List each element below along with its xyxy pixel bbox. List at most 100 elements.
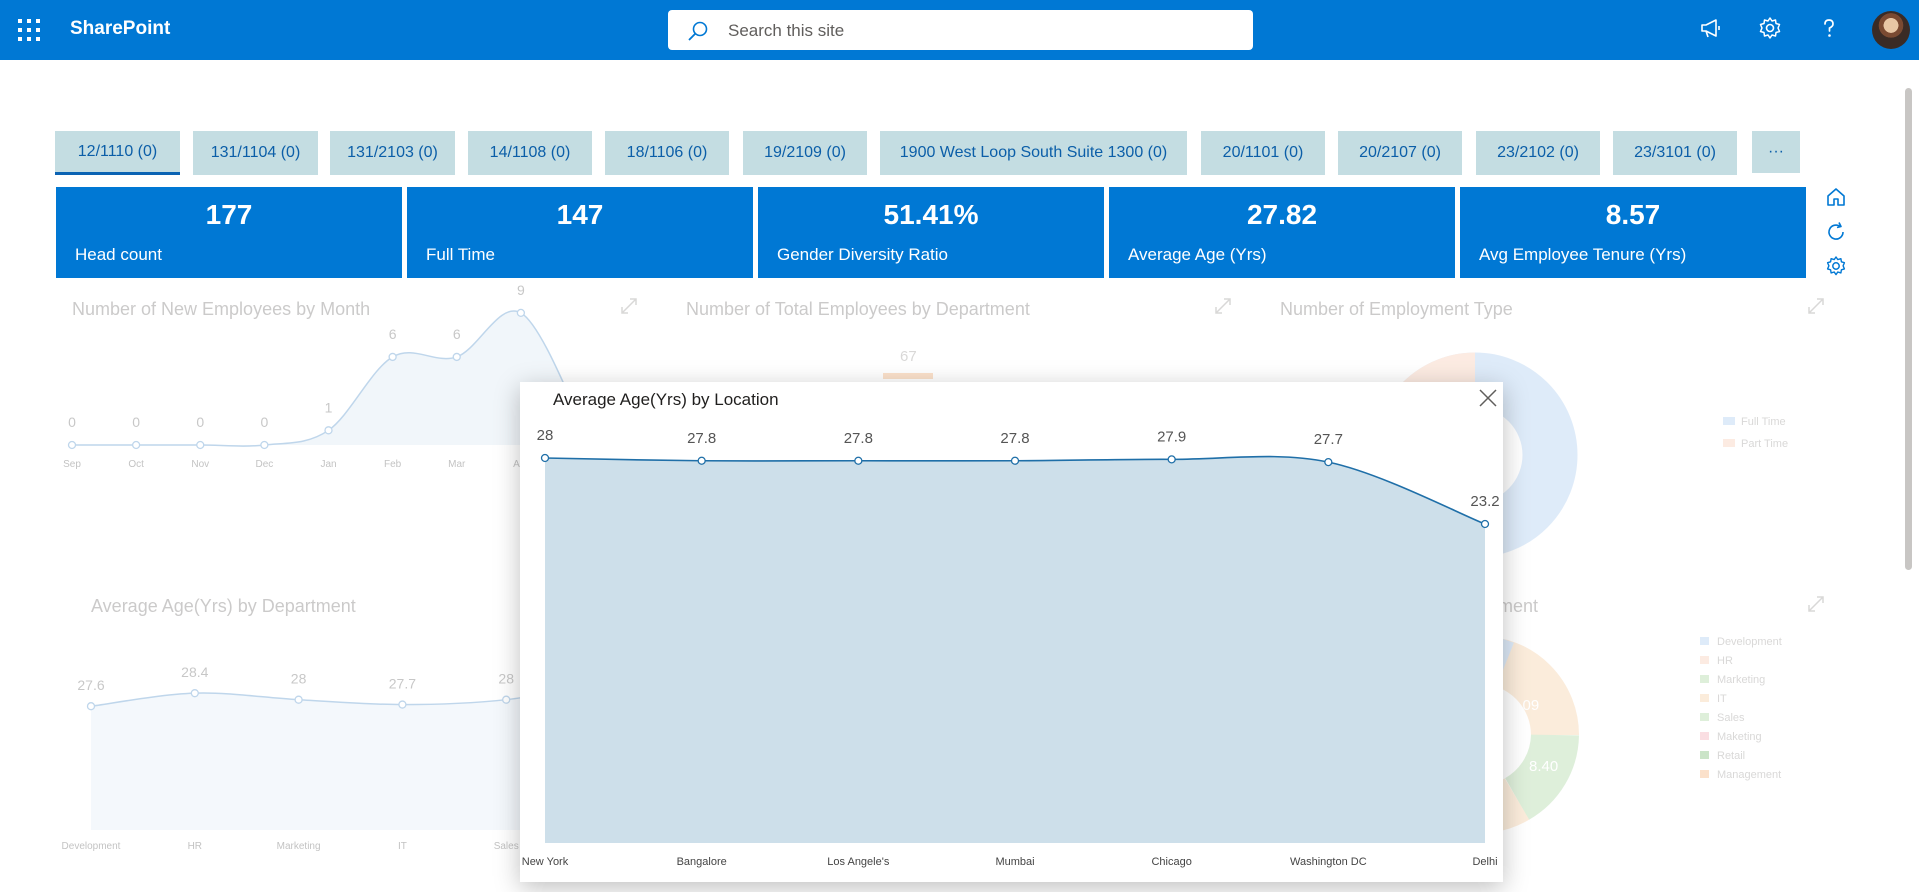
tab-location[interactable]: 19/2109 (0) bbox=[743, 131, 867, 175]
data-label: 0 bbox=[260, 414, 268, 430]
data-label: 27.9 bbox=[1157, 428, 1186, 445]
category-label: Development bbox=[62, 841, 121, 852]
data-point bbox=[540, 453, 550, 463]
data-point bbox=[190, 689, 199, 698]
search-box[interactable]: Search this site bbox=[668, 10, 1253, 50]
legend-swatch bbox=[1700, 675, 1709, 683]
category-label: Sep bbox=[63, 459, 81, 470]
category-label: Washington DC bbox=[1290, 856, 1367, 868]
bar bbox=[883, 373, 933, 379]
data-point bbox=[1010, 456, 1020, 465]
data-label: 6 bbox=[453, 326, 461, 342]
search-input[interactable]: Search this site bbox=[728, 21, 844, 41]
kpi-gender-diversity: 51.41% Gender Diversity Ratio bbox=[758, 187, 1104, 278]
app-name[interactable]: SharePoint bbox=[70, 18, 170, 40]
tab-location[interactable]: 18/1106 (0) bbox=[605, 131, 729, 175]
category-label: Bangalore bbox=[677, 856, 727, 868]
tab-location[interactable]: 131/1104 (0) bbox=[193, 131, 318, 175]
legend-swatch bbox=[1723, 417, 1735, 425]
category-label: Sales bbox=[494, 841, 519, 852]
donut-value-label: 9.09 bbox=[1510, 697, 1539, 714]
refresh-icon[interactable] bbox=[1823, 219, 1849, 245]
avatar[interactable] bbox=[1872, 11, 1910, 49]
category-label: HR bbox=[188, 841, 202, 852]
legend-swatch bbox=[1723, 439, 1735, 447]
tab-location[interactable]: 12/1110 (0) bbox=[55, 131, 180, 175]
data-label: 28 bbox=[291, 671, 307, 687]
data-point bbox=[67, 440, 77, 450]
data-label: 27.7 bbox=[389, 676, 416, 692]
category-label: Mar bbox=[448, 459, 466, 470]
data-label: 27.7 bbox=[1314, 431, 1343, 448]
settings-icon[interactable] bbox=[1823, 253, 1849, 279]
legend-swatch bbox=[1700, 694, 1709, 702]
data-point bbox=[854, 456, 863, 465]
data-point bbox=[324, 426, 333, 435]
legend-label: Retail bbox=[1717, 750, 1745, 762]
data-point bbox=[452, 352, 461, 362]
tab-location[interactable]: 20/1101 (0) bbox=[1201, 131, 1325, 175]
category-label: IT bbox=[398, 841, 407, 852]
legend-swatch bbox=[1700, 732, 1709, 740]
tab-location[interactable]: 131/2103 (0) bbox=[330, 131, 455, 175]
data-label: 6 bbox=[389, 326, 397, 342]
gear-icon[interactable] bbox=[1755, 15, 1785, 45]
data-label: 28 bbox=[537, 427, 554, 444]
data-point bbox=[502, 695, 511, 704]
home-icon[interactable] bbox=[1823, 184, 1849, 210]
legend-label: Marketing bbox=[1717, 674, 1765, 686]
location-age-chart: 28 New York 27.8 Bangalore 27.8 Los Angele's 2… bbox=[522, 427, 1500, 868]
tab-location[interactable]: 14/1108 (0) bbox=[468, 131, 592, 175]
data-point bbox=[516, 308, 526, 318]
data-label: 23.2 bbox=[1470, 493, 1499, 510]
data-label: 0 bbox=[68, 414, 76, 430]
data-point bbox=[294, 695, 303, 704]
data-point bbox=[398, 700, 407, 709]
data-label: 0 bbox=[196, 414, 204, 430]
sharepoint-page: SharePoint Search this site 12/1110 (0) … bbox=[0, 0, 1919, 892]
kpi-avg-tenure: 8.57 Avg Employee Tenure (Yrs) bbox=[1460, 187, 1806, 278]
category-label: Jan bbox=[320, 459, 336, 470]
data-point bbox=[1167, 455, 1176, 464]
area-fill bbox=[72, 310, 585, 447]
app-launcher-icon[interactable] bbox=[18, 19, 40, 41]
help-icon[interactable] bbox=[1814, 15, 1844, 45]
category-label: Nov bbox=[191, 459, 209, 470]
tabs-overflow-button[interactable]: ··· bbox=[1752, 131, 1800, 173]
data-label: 27.8 bbox=[1000, 430, 1029, 447]
data-label: 0 bbox=[132, 414, 140, 430]
category-label: Marketing bbox=[277, 841, 321, 852]
legend-swatch bbox=[1700, 713, 1709, 721]
expand-icon[interactable] bbox=[1214, 297, 1232, 315]
category-label: Oct bbox=[128, 459, 144, 470]
data-point bbox=[131, 440, 141, 450]
tab-location[interactable]: 1900 West Loop South Suite 1300 (0) bbox=[880, 131, 1187, 175]
tab-location[interactable]: 20/2107 (0) bbox=[1338, 131, 1462, 175]
category-label: Los Angele's bbox=[827, 856, 890, 868]
legend-label: Part Time bbox=[1741, 438, 1788, 450]
data-label: 27.8 bbox=[687, 430, 716, 447]
data-point bbox=[260, 440, 269, 450]
category-label: Feb bbox=[384, 459, 402, 470]
legend-swatch bbox=[1700, 770, 1709, 778]
kpi-label: Gender Diversity Ratio bbox=[777, 245, 949, 264]
legend-swatch bbox=[1700, 751, 1709, 759]
megaphone-icon[interactable] bbox=[1696, 15, 1726, 45]
kpi-head-count: 177 Head count bbox=[56, 187, 402, 278]
tab-location[interactable]: 23/2102 (0) bbox=[1476, 131, 1600, 175]
legend-swatch bbox=[1700, 637, 1709, 645]
kpi-value: 27.82 bbox=[1246, 199, 1318, 230]
kpi-value: 177 bbox=[205, 199, 253, 230]
kpi-label: Head count bbox=[75, 245, 162, 264]
kpi-value: 147 bbox=[556, 199, 604, 230]
data-label: 28 bbox=[498, 671, 514, 687]
data-label: 1 bbox=[325, 399, 333, 415]
card-title: Number of Total Employees by Department bbox=[686, 299, 1030, 319]
data-point bbox=[388, 352, 397, 362]
data-label: 27.8 bbox=[844, 430, 873, 447]
donut-value-label: 8.40 bbox=[1529, 758, 1558, 775]
kpi-full-time: 147 Full Time bbox=[407, 187, 753, 278]
legend-label: HR bbox=[1717, 655, 1733, 667]
tab-location[interactable]: 23/3101 (0) bbox=[1613, 131, 1737, 175]
legend-label: IT bbox=[1717, 693, 1727, 705]
